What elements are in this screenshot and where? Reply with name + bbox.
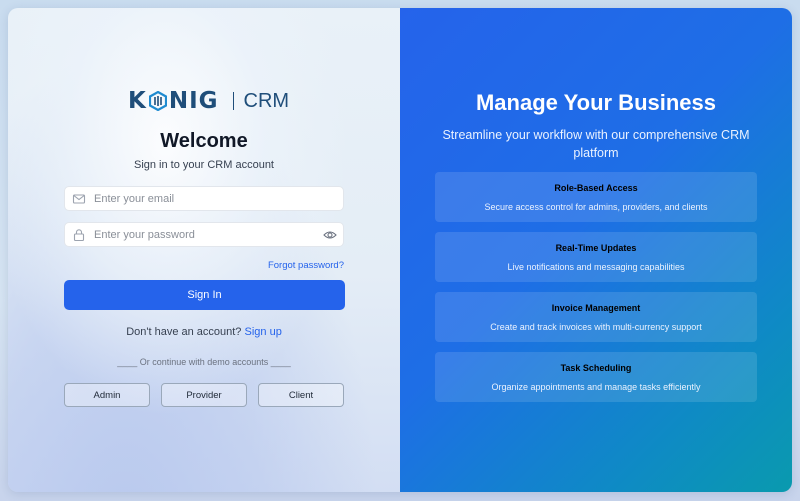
promo-subtitle: Streamline your workflow with our compre… bbox=[442, 128, 750, 160]
email-input[interactable] bbox=[92, 191, 343, 206]
signup-prompt: Don't have an account? Sign up bbox=[8, 326, 400, 338]
feature-card: Role-Based Access Secure access control … bbox=[435, 172, 757, 222]
password-field[interactable] bbox=[64, 222, 344, 247]
logo-divider bbox=[232, 92, 234, 110]
feature-description: Live notifications and messaging capabil… bbox=[507, 262, 685, 272]
page-subtitle: Sign in to your CRM account bbox=[133, 159, 274, 171]
feature-card: Task Scheduling Organize appointments an… bbox=[435, 352, 757, 402]
no-account-text: Don't have an account? bbox=[126, 326, 242, 338]
feature-title: Role-Based Access bbox=[554, 183, 638, 193]
demo-admin-button[interactable]: Admin bbox=[64, 383, 150, 407]
forgot-password-link[interactable]: Forgot password? bbox=[64, 260, 344, 271]
demo-provider-button[interactable]: Provider bbox=[161, 383, 247, 407]
feature-card: Real-Time Updates Live notifications and… bbox=[435, 232, 757, 282]
feature-card: Invoice Management Create and track invo… bbox=[435, 292, 757, 342]
feature-description: Organize appointments and manage tasks e… bbox=[491, 382, 701, 392]
email-field[interactable] bbox=[64, 186, 344, 211]
logo-wordmark: K NIG bbox=[128, 88, 219, 114]
mail-icon bbox=[72, 192, 86, 206]
feature-description: Secure access control for admins, provid… bbox=[484, 202, 708, 212]
feature-title: Real-Time Updates bbox=[555, 243, 637, 253]
sign-up-link[interactable]: Sign up bbox=[245, 326, 282, 338]
hexagon-icon bbox=[148, 91, 167, 111]
feature-description: Create and track invoices with multi-cur… bbox=[490, 322, 702, 332]
sign-in-button[interactable]: Sign In bbox=[64, 280, 345, 310]
promo-title: Manage Your Business bbox=[475, 90, 717, 115]
demo-client-button[interactable]: Client bbox=[258, 383, 344, 407]
brand-logo: K NIG CRM bbox=[128, 88, 289, 114]
password-input[interactable] bbox=[92, 227, 323, 242]
feature-title: Invoice Management bbox=[551, 303, 641, 313]
logo-product: CRM bbox=[243, 89, 290, 112]
page-title: Welcome bbox=[160, 130, 248, 152]
login-panel: K NIG CRM Welcome Sign in to your CRM ac… bbox=[8, 8, 400, 492]
eye-icon[interactable] bbox=[323, 228, 337, 242]
lock-icon bbox=[72, 228, 86, 242]
demo-divider-text: ____ Or continue with demo accounts ____ bbox=[117, 357, 291, 367]
feature-title: Task Scheduling bbox=[560, 363, 632, 373]
